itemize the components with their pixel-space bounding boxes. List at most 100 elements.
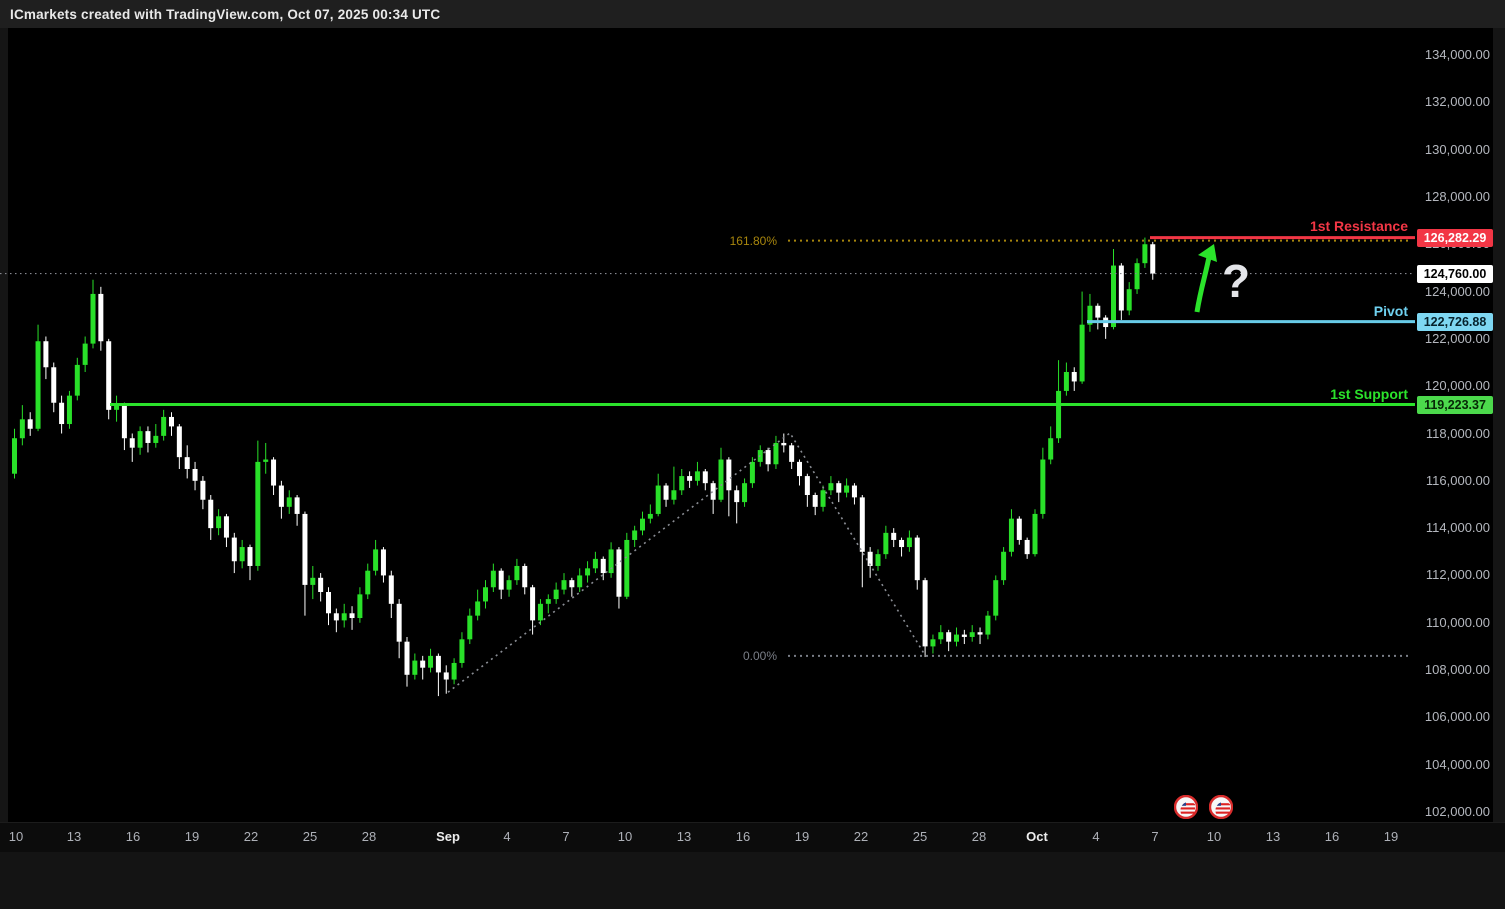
horizontal-level-lines[interactable] (110, 238, 1415, 405)
up-candle (938, 632, 943, 639)
down-candle (946, 632, 951, 641)
up-candle (20, 419, 25, 438)
up-candle (1135, 263, 1140, 289)
down-candle (145, 431, 150, 443)
date-tick-label: 10 (618, 829, 632, 844)
down-candle (522, 566, 527, 587)
up-candle (577, 575, 582, 587)
down-candle (1025, 540, 1030, 554)
up-candle (91, 294, 96, 344)
down-candle (569, 580, 574, 587)
up-candle (1127, 289, 1132, 310)
up-candle (216, 516, 221, 528)
up-candle (1009, 519, 1014, 552)
down-candle (923, 580, 928, 646)
up-candle (750, 462, 755, 483)
down-candle (852, 486, 857, 498)
up-candle (821, 490, 826, 507)
down-candle (350, 613, 355, 618)
down-candle (271, 460, 276, 486)
down-candle (326, 592, 331, 613)
price-tick-label: 120,000.00 (1410, 378, 1490, 393)
date-tick-label: 13 (677, 829, 691, 844)
up-candle (844, 486, 849, 493)
up-candle (907, 538, 912, 547)
price-tick-label: 114,000.00 (1410, 520, 1490, 535)
green-arrow-annotation[interactable] (1197, 244, 1217, 312)
date-tick-label: 7 (1151, 829, 1158, 844)
down-candle (200, 481, 205, 500)
up-candle (773, 443, 778, 464)
down-candle (891, 533, 896, 540)
up-candle (640, 519, 645, 531)
down-candle (224, 516, 229, 537)
down-candle (122, 405, 127, 438)
down-candle (836, 483, 841, 492)
date-tick-label: 19 (185, 829, 199, 844)
down-candle (28, 419, 33, 428)
down-candle (766, 450, 771, 464)
down-candle (420, 661, 425, 668)
price-tick-label: 118,000.00 (1410, 426, 1490, 441)
resistance-label: 1st Resistance (1310, 218, 1408, 234)
down-candle (302, 514, 307, 585)
up-candle (342, 613, 347, 620)
up-candle (624, 540, 629, 597)
down-candle (781, 443, 786, 445)
up-candle (1142, 244, 1147, 263)
up-candle (538, 604, 543, 621)
down-candle (193, 469, 198, 481)
date-tick-label: 22 (854, 829, 868, 844)
up-candle (648, 514, 653, 519)
down-candle (106, 341, 111, 410)
down-candle (185, 457, 190, 469)
down-candle (601, 559, 606, 573)
up-candle (930, 639, 935, 646)
up-candle (1001, 552, 1006, 580)
down-candle (169, 417, 174, 426)
up-candle (671, 490, 676, 499)
time-axis[interactable]: 10131619222528Sep4710131619222528Oct4710… (0, 822, 1505, 853)
down-candle (860, 497, 865, 551)
up-candle (1040, 460, 1045, 514)
dotted-trendlines[interactable] (448, 433, 925, 692)
price-tick-label: 106,000.00 (1410, 709, 1490, 724)
price-tick-label: 122,000.00 (1410, 331, 1490, 346)
us-flag-event-icon[interactable] (1174, 795, 1198, 819)
price-tick-label: 116,000.00 (1410, 473, 1490, 488)
up-candle (483, 587, 488, 601)
price-tick-label: 104,000.00 (1410, 757, 1490, 772)
pivot-price-tag: 122,726.88 (1417, 313, 1493, 331)
down-candle (899, 540, 904, 547)
down-candle (295, 497, 300, 514)
up-candle (467, 616, 472, 640)
up-candle (719, 460, 724, 500)
fib-retracement-lines[interactable] (788, 241, 1412, 656)
up-candle (985, 616, 990, 635)
down-candle (208, 500, 213, 528)
up-candle (373, 549, 378, 570)
up-candle (632, 530, 637, 539)
fib-0-label: 0.00% (743, 649, 777, 663)
down-candle (616, 549, 621, 596)
right-margin (1493, 28, 1505, 852)
us-flag-event-icon[interactable] (1209, 795, 1233, 819)
price-chart-canvas[interactable] (0, 0, 1505, 909)
up-candle (365, 571, 370, 595)
up-candle (993, 580, 998, 615)
down-candle (389, 575, 394, 603)
up-candle (240, 547, 245, 561)
up-candle (507, 580, 512, 589)
down-candle (1072, 372, 1077, 381)
up-candle (1033, 514, 1038, 554)
down-candle (405, 642, 410, 675)
up-candle (452, 663, 457, 680)
price-tick-label: 132,000.00 (1410, 94, 1490, 109)
up-candle (36, 341, 41, 429)
up-candle (428, 656, 433, 668)
trading-chart-app: ICmarkets created with TradingView.com, … (0, 0, 1505, 909)
up-candle (585, 568, 590, 575)
up-candle (656, 486, 661, 514)
down-candle (499, 571, 504, 590)
up-candle (491, 571, 496, 588)
